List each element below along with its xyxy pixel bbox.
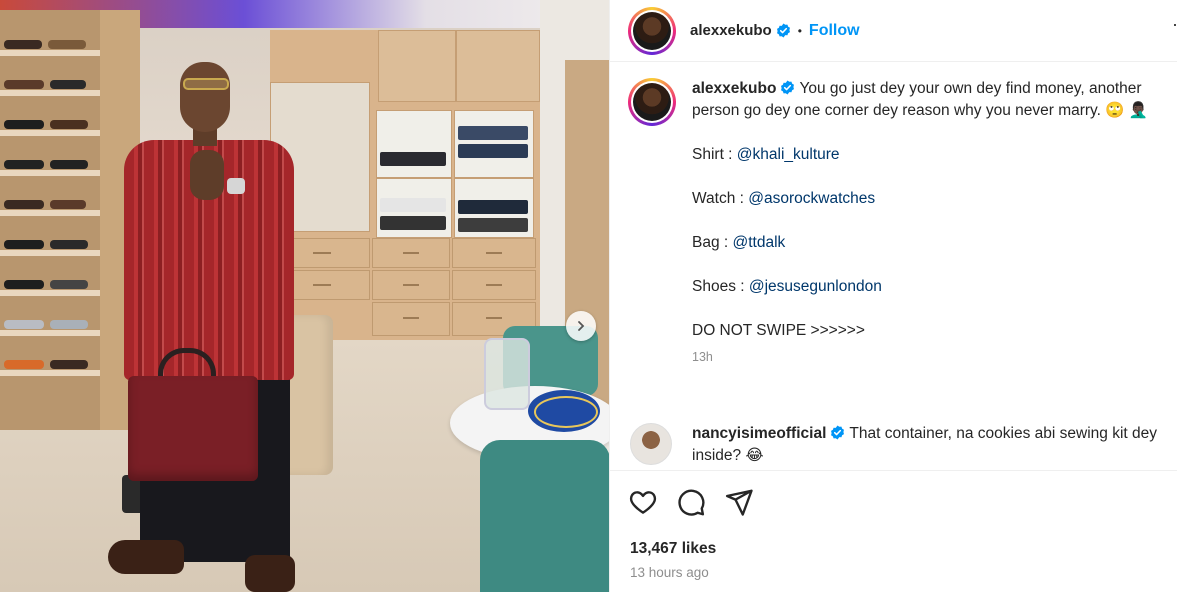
avatar[interactable]: [633, 11, 671, 50]
verified-badge-icon: [831, 425, 845, 440]
credit-watch: Watch : @asorockwatches: [692, 188, 1162, 210]
verified-badge-icon: [781, 80, 795, 95]
post-header: alexxekubo • Follow ·: [610, 0, 1177, 62]
caption-avatar[interactable]: [633, 83, 671, 121]
left-shoe: [108, 540, 184, 574]
mention-link[interactable]: @khali_kulture: [737, 146, 840, 163]
verified-badge-icon: [776, 23, 790, 38]
comment: nancyisimeofficial That container, na co…: [628, 423, 1172, 467]
like-button[interactable]: [628, 487, 658, 517]
action-bar: 13,467 likes 13 hours ago: [610, 470, 1177, 592]
more-options-icon[interactable]: ·: [1172, 14, 1177, 35]
caption: alexxekubo You go just dey your own dey …: [628, 78, 1162, 368]
commenter-username[interactable]: nancyisimeofficial: [692, 425, 826, 442]
leather-bag: [128, 376, 258, 481]
separator-dot: •: [797, 23, 802, 38]
post-sidebar: alexxekubo • Follow · alexxekubo: [609, 0, 1177, 592]
caption-text: alexxekubo You go just dey your own dey …: [692, 78, 1162, 368]
caption-timestamp[interactable]: 13h: [692, 346, 1162, 368]
raised-hand: [190, 150, 224, 200]
commenter-avatar[interactable]: [630, 423, 672, 465]
credit-label: Shoes :: [692, 278, 749, 295]
wardrobe: [270, 30, 540, 340]
instagram-post: alexxekubo • Follow · alexxekubo: [0, 0, 1177, 592]
mention-link[interactable]: @ttdalk: [733, 234, 786, 251]
comment-text: nancyisimeofficial That container, na co…: [692, 423, 1172, 467]
share-icon: [725, 489, 753, 516]
glass-jar: [484, 338, 530, 410]
post-photo[interactable]: [0, 0, 609, 592]
credit-label: Bag :: [692, 234, 733, 251]
credit-label: Watch :: [692, 190, 749, 207]
credit-shirt: Shirt : @khali_kulture: [692, 144, 1162, 166]
cookie-tin: [528, 390, 600, 432]
share-button[interactable]: [724, 487, 754, 517]
post-timestamp: 13 hours ago: [630, 565, 709, 580]
next-photo-button[interactable]: [566, 311, 596, 341]
likes-count[interactable]: 13,467 likes: [630, 540, 716, 558]
heart-icon: [629, 491, 657, 514]
mention-link[interactable]: @asorockwatches: [748, 190, 875, 207]
teal-chair: [480, 440, 609, 592]
shoe-rack: [0, 10, 100, 430]
sunglasses: [183, 78, 229, 90]
post-username[interactable]: alexxekubo: [690, 22, 772, 39]
caption-story-ring[interactable]: [628, 78, 676, 126]
story-ring[interactable]: [628, 6, 676, 55]
chevron-right-icon: [578, 321, 585, 331]
mention-link[interactable]: @jesusegunlondon: [749, 278, 882, 295]
caption-username[interactable]: alexxekubo: [692, 80, 776, 97]
comment-button[interactable]: [676, 487, 706, 517]
wristwatch: [227, 178, 245, 194]
follow-button[interactable]: Follow: [809, 22, 860, 40]
right-shoe: [245, 555, 295, 592]
credit-shoes: Shoes : @jesusegunlondon: [692, 276, 1162, 298]
comment-icon: [678, 489, 705, 516]
credit-label: Shirt :: [692, 146, 737, 163]
credit-bag: Bag : @ttdalk: [692, 232, 1162, 254]
person-head: [180, 62, 230, 132]
caption-closing: DO NOT SWIPE >>>>>>: [692, 322, 865, 339]
caption-area: alexxekubo You go just dey your own dey …: [610, 62, 1177, 470]
